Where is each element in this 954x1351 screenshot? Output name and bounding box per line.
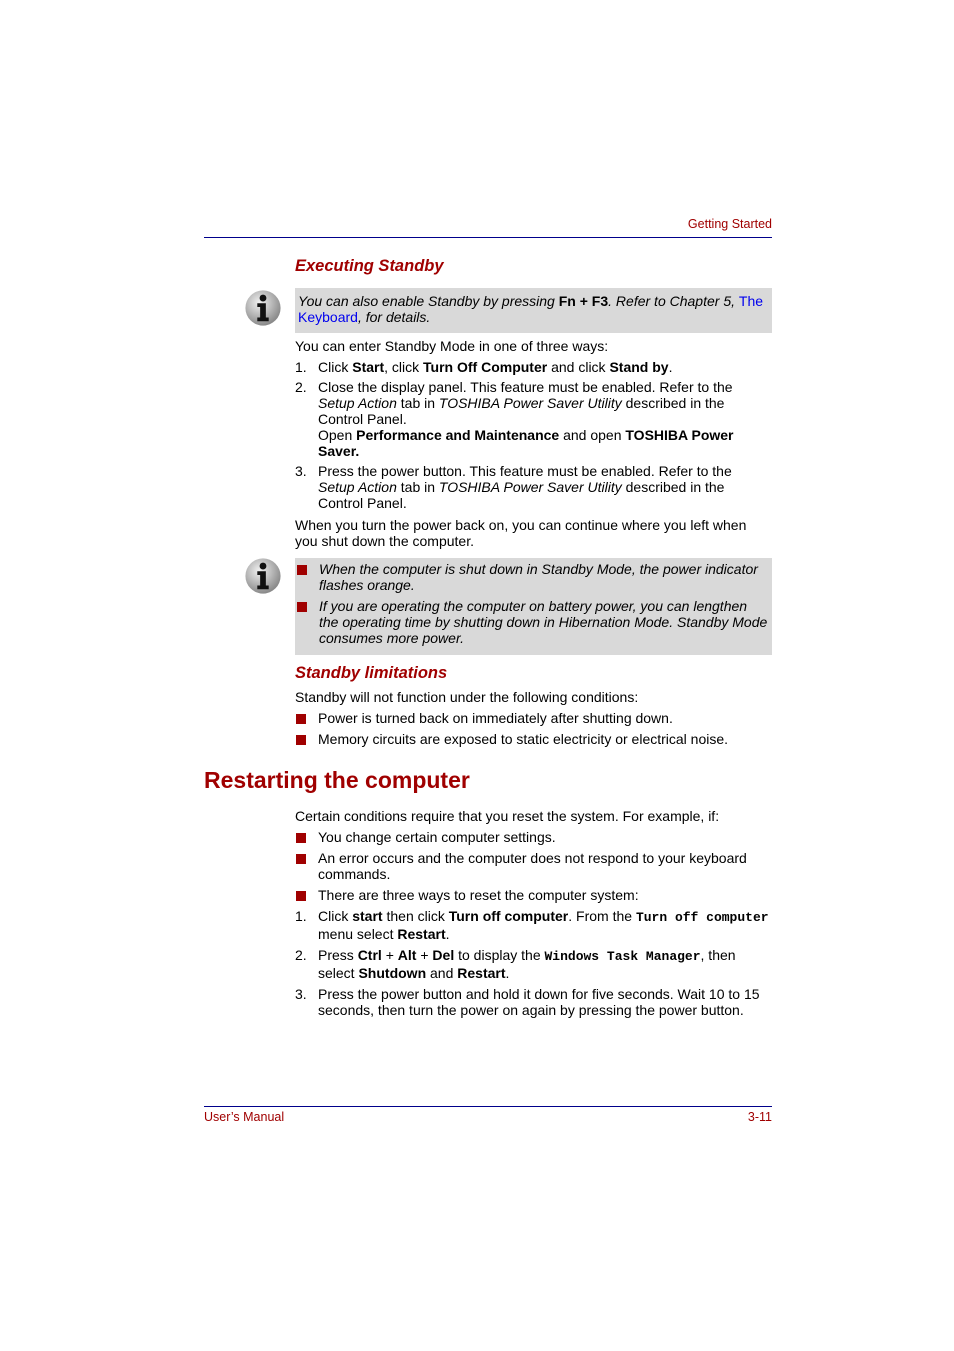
- list-item: You change certain computer settings.: [295, 829, 772, 845]
- page-number: 3-11: [747, 1110, 772, 1124]
- footer-rule: [204, 1106, 772, 1107]
- header-rule: [204, 237, 772, 238]
- list-item: When the computer is shut down in Standb…: [296, 561, 768, 593]
- restarting-conditions: You change certain computer settings. An…: [295, 829, 772, 903]
- limitations-intro: Standby will not function under the foll…: [295, 689, 639, 705]
- standby-steps: 1. Click Start, click Turn Off Computer a…: [295, 359, 772, 511]
- footer-title: User’s Manual: [204, 1110, 285, 1124]
- note-standby-info: When the computer is shut down in Standb…: [295, 558, 772, 655]
- section-title-executing-standby: Executing Standby: [295, 257, 444, 275]
- bullet-icon: [297, 565, 307, 575]
- list-item: Memory circuits are exposed to static el…: [295, 731, 772, 747]
- bullet-icon: [296, 833, 306, 843]
- list-item: 1. Click start then click Turn off comput…: [295, 908, 769, 942]
- restarting-steps: 1. Click start then click Turn off comput…: [295, 908, 772, 1018]
- list-item: 2. Press Ctrl + Alt + Del to display the …: [295, 947, 736, 981]
- info-icon: [245, 290, 281, 326]
- bullet-icon: [296, 735, 306, 745]
- running-header: Getting Started: [687, 217, 772, 231]
- bullet-icon: [296, 891, 306, 901]
- standby-outro: When you turn the power back on, you can…: [295, 517, 747, 549]
- key-combo: Fn + F3: [558, 293, 609, 309]
- info-icon: [245, 558, 281, 594]
- list-item: There are three ways to reset the comput…: [295, 887, 772, 903]
- list-item: 1. Click Start, click Turn Off Computer a…: [295, 359, 673, 375]
- list-item: Power is turned back on immediately afte…: [295, 710, 772, 726]
- list-item: 2. Close the display panel. This feature …: [295, 379, 734, 459]
- list-item: 3. Press the power button and hold it dow…: [295, 986, 760, 1018]
- limitations-list: Power is turned back on immediately afte…: [295, 710, 772, 747]
- list-item: If you are operating the computer on bat…: [296, 598, 768, 646]
- bullet-icon: [296, 854, 306, 864]
- restarting-intro: Certain conditions require that you rese…: [295, 808, 720, 824]
- standby-intro: You can enter Standby Mode in one of thr…: [295, 338, 609, 354]
- bullet-icon: [296, 714, 306, 724]
- section-title-standby-limitations: Standby limitations: [295, 664, 448, 682]
- section-title-restarting: Restarting the computer: [204, 767, 470, 793]
- list-item: An error occurs and the computer does no…: [295, 850, 772, 882]
- bullet-icon: [297, 602, 307, 612]
- note-standby-shortcut: You can also enable Standby by pressing …: [295, 288, 772, 333]
- list-item: 3. Press the power button. This feature m…: [295, 463, 732, 511]
